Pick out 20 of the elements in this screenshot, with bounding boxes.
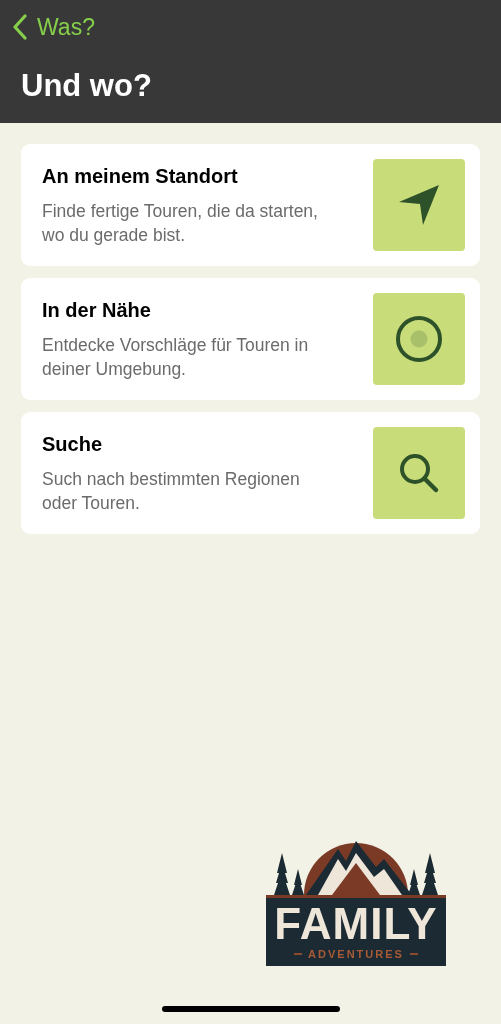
back-button[interactable]: Was? <box>0 10 95 44</box>
option-card[interactable]: In der Nähe Entdecke Vorschläge für Touren in deiner Umgebung. <box>21 278 480 400</box>
search-tile[interactable] <box>373 427 465 519</box>
option-title: Suche <box>42 433 104 456</box>
logo-title: FAMILY <box>274 902 438 946</box>
chevron-left-icon <box>13 14 27 40</box>
option-card[interactable]: Suche Such nach bestimmten Regionen oder Touren. <box>21 412 480 534</box>
navigation-arrow-tile[interactable] <box>373 159 465 251</box>
option-title: In der Nähe <box>42 299 152 322</box>
logo-subtitle: ADVENTURES <box>308 948 404 960</box>
option-title: An meinem Standort <box>42 165 239 188</box>
target-icon <box>395 315 443 363</box>
option-description: Entdecke Vorschläge für Touren in deiner Umgebung. <box>42 334 310 381</box>
target-tile[interactable] <box>373 293 465 385</box>
navigation-arrow-icon <box>398 184 440 226</box>
option-description: Such nach bestimmten Regionen oder Touren. <box>42 468 301 515</box>
page-title: Und wo? <box>21 68 153 104</box>
option-description: Finde fertige Touren, die da starten, wo du gerade bist. <box>42 200 319 247</box>
option-card[interactable]: An meinem Standort Finde fertige Touren, die da starten, wo du gerade bist. <box>21 144 480 266</box>
search-icon <box>398 452 440 494</box>
